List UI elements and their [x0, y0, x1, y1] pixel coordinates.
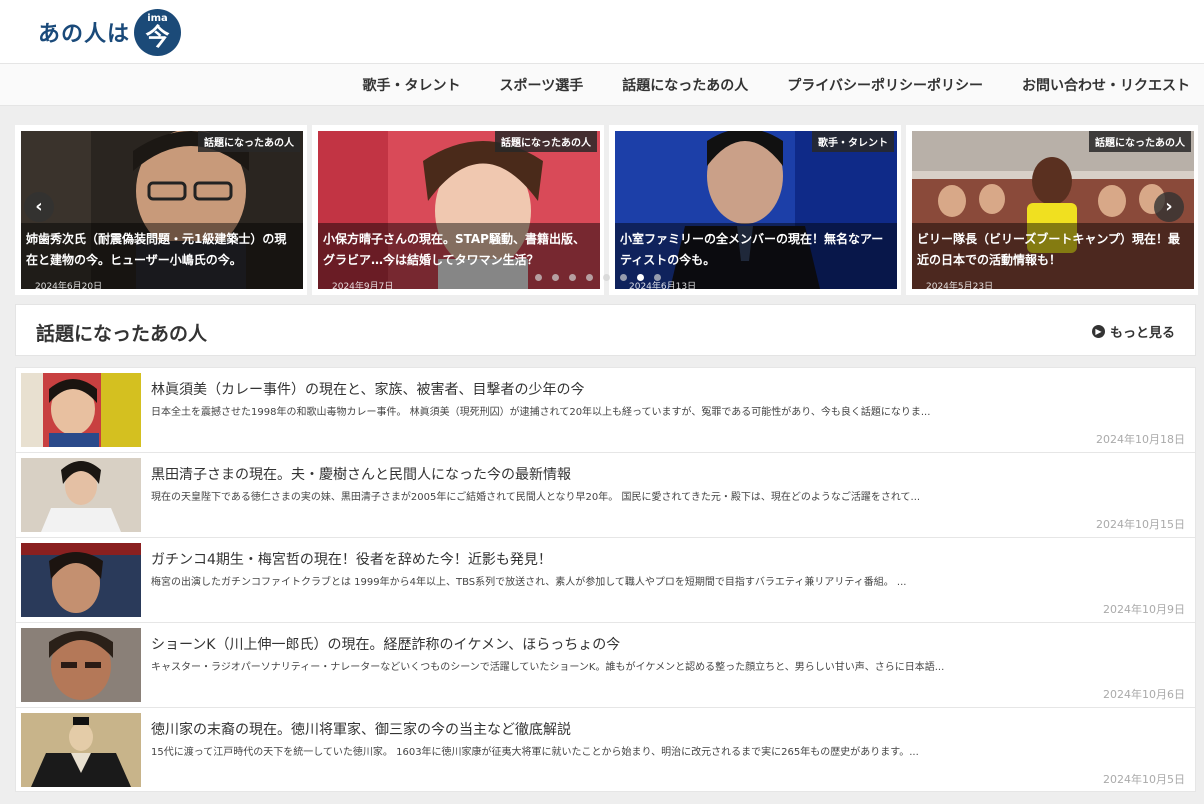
article-title[interactable]: 黒田清子さまの現在。夫・慶樹さんと民間人になった今の最新情報	[151, 464, 571, 484]
main-nav: 歌手・タレント スポーツ選手 話題になったあの人 プライバシーポリシーポリシー …	[0, 63, 1204, 106]
logo-badge: ima 今	[134, 8, 182, 56]
article-thumbnail[interactable]	[21, 543, 141, 617]
article-date: 2024年10月6日	[1103, 688, 1185, 701]
featured-carousel: 話題になったあの人 姉歯秀次氏（耐震偽装問題・元1級建築士）の現在と建物の今。ヒ…	[15, 125, 1198, 295]
list-item[interactable]: 黒田清子さまの現在。夫・慶樹さんと民間人になった今の最新情報 現在の天皇陛下であ…	[15, 452, 1196, 537]
article-title[interactable]: ショーンK（川上伸一郎氏）の現在。経歴詐称のイケメン、ほらっちょの今	[151, 634, 620, 654]
article-title[interactable]: ガチンコ4期生・梅宮哲の現在！役者を辞めた今！近影も発見！	[151, 549, 552, 569]
article-excerpt: 日本全土を震撼させた1998年の和歌山毒物カレー事件。 林眞須美（現死刑囚）が逮…	[151, 407, 931, 418]
list-item[interactable]: ガチンコ4期生・梅宮哲の現在！役者を辞めた今！近影も発見！ 梅宮の出演したガチン…	[15, 537, 1196, 622]
carousel-dot[interactable]	[535, 274, 542, 281]
carousel-dot[interactable]	[620, 274, 627, 281]
section-header: 話題になったあの人 ▶ もっと見る	[15, 304, 1196, 356]
chevron-circle-right-icon: ▶	[1091, 325, 1105, 338]
slide-title[interactable]: 小室ファミリーの全メンバーの現在！無名なアーティストの今も。	[620, 229, 892, 271]
slide-caption: ビリー隊長（ビリーズブートキャンプ）現在！最近の日本での活動情報も！ 2024年…	[912, 223, 1194, 289]
carousel-slide[interactable]: 話題になったあの人 姉歯秀次氏（耐震偽装問題・元1級建築士）の現在と建物の今。ヒ…	[15, 125, 307, 295]
carousel-slide[interactable]: 話題になったあの人 小保方晴子さんの現在。STAP騒動、書籍出版、グラビア…今は…	[312, 125, 604, 295]
slide-image: 話題になったあの人 姉歯秀次氏（耐震偽装問題・元1級建築士）の現在と建物の今。ヒ…	[21, 131, 303, 289]
carousel-dots	[535, 274, 671, 281]
carousel-next-button[interactable]: ›	[1154, 192, 1184, 222]
nav-item-athletes[interactable]: スポーツ選手	[500, 75, 584, 95]
more-link-label: もっと見る	[1109, 326, 1175, 341]
article-thumbnail[interactable]	[21, 458, 141, 532]
slide-category-tag[interactable]: 話題になったあの人	[495, 131, 597, 152]
carousel-dot[interactable]	[586, 274, 593, 281]
slide-date: 2024年6月20日	[35, 282, 103, 289]
chevron-left-icon: ‹	[35, 196, 43, 217]
article-excerpt: 現在の天皇陛下である徳仁さまの実の妹、黒田清子さまが2005年にご結婚されて民間…	[151, 492, 921, 503]
article-date: 2024年10月18日	[1096, 433, 1185, 446]
article-list: 林眞須美（カレー事件）の現在と、家族、被害者、目撃者の少年の今 日本全土を震撼さ…	[15, 367, 1196, 792]
slide-title[interactable]: 小保方晴子さんの現在。STAP騒動、書籍出版、グラビア…今は結婚してタワマン生活…	[323, 229, 595, 271]
slide-category-tag[interactable]: 話題になったあの人	[198, 131, 300, 152]
slide-category-tag[interactable]: 歌手・タレント	[812, 131, 894, 152]
carousel-dot[interactable]	[552, 274, 559, 281]
slide-category-tag[interactable]: 話題になったあの人	[1089, 131, 1191, 152]
slide-image: 話題になったあの人 ビリー隊長（ビリーズブートキャンプ）現在！最近の日本での活動…	[912, 131, 1194, 289]
list-item[interactable]: ショーンK（川上伸一郎氏）の現在。経歴詐称のイケメン、ほらっちょの今 キャスター…	[15, 622, 1196, 707]
article-title[interactable]: 林眞須美（カレー事件）の現在と、家族、被害者、目撃者の少年の今	[151, 379, 584, 399]
carousel-dot-active[interactable]	[637, 274, 644, 281]
more-link[interactable]: ▶ もっと見る	[1091, 322, 1175, 341]
list-item[interactable]: 林眞須美（カレー事件）の現在と、家族、被害者、目撃者の少年の今 日本全土を震撼さ…	[15, 367, 1196, 452]
chevron-right-icon: ›	[1165, 196, 1173, 217]
article-date: 2024年10月9日	[1103, 603, 1185, 616]
article-thumbnail[interactable]	[21, 713, 141, 787]
carousel-slide[interactable]: 歌手・タレント 小室ファミリーの全メンバーの現在！無名なアーティストの今も。 2…	[609, 125, 901, 295]
article-thumbnail[interactable]	[21, 373, 141, 447]
carousel-prev-button[interactable]: ‹	[24, 192, 54, 222]
carousel-dot[interactable]	[569, 274, 576, 281]
carousel-dot[interactable]	[603, 274, 610, 281]
section-title: 話題になったあの人	[36, 323, 208, 345]
slide-image: 歌手・タレント 小室ファミリーの全メンバーの現在！無名なアーティストの今も。 2…	[615, 131, 897, 289]
logo-badge-kanji: 今	[145, 22, 170, 51]
article-title[interactable]: 徳川家の末裔の現在。徳川将軍家、御三家の今の当主など徹底解説	[151, 719, 571, 739]
article-date: 2024年10月5日	[1103, 773, 1185, 786]
nav-item-contact-request[interactable]: お問い合わせ・リクエスト	[1022, 75, 1190, 95]
slide-caption: 姉歯秀次氏（耐震偽装問題・元1級建築士）の現在と建物の今。ヒューザー小嶋氏の今。…	[21, 223, 303, 289]
slide-date: 2024年9月7日	[332, 282, 394, 289]
article-excerpt: キャスター・ラジオパーソナリティー・ナレーターなどいくつものシーンで活躍していた…	[151, 662, 945, 673]
nav-item-trending-people[interactable]: 話題になったあの人	[622, 75, 748, 95]
article-thumbnail[interactable]	[21, 628, 141, 702]
slide-date: 2024年5月23日	[926, 282, 994, 289]
slide-title[interactable]: 姉歯秀次氏（耐震偽装問題・元1級建築士）の現在と建物の今。ヒューザー小嶋氏の今。	[26, 229, 298, 271]
article-excerpt: 15代に渡って江戸時代の天下を統一していた徳川家。 1603年に徳川家康が征夷大…	[151, 747, 919, 758]
nav-item-singers-talent[interactable]: 歌手・タレント	[363, 75, 461, 95]
site-header: あの人は ima 今	[0, 0, 1204, 63]
article-excerpt: 梅宮の出演したガチンコファイトクラブとは 1999年から4年以上、TBS系列で放…	[151, 577, 907, 588]
list-item[interactable]: 徳川家の末裔の現在。徳川将軍家、御三家の今の当主など徹底解説 15代に渡って江戸…	[15, 707, 1196, 792]
logo-text: あの人は	[38, 22, 131, 47]
nav-item-privacy-policy[interactable]: プライバシーポリシーポリシー	[787, 75, 983, 95]
site-logo[interactable]: あの人は ima 今	[38, 8, 182, 56]
carousel-dot[interactable]	[654, 274, 661, 281]
article-date: 2024年10月15日	[1096, 518, 1185, 531]
slide-title[interactable]: ビリー隊長（ビリーズブートキャンプ）現在！最近の日本での活動情報も！	[917, 229, 1189, 271]
slide-image: 話題になったあの人 小保方晴子さんの現在。STAP騒動、書籍出版、グラビア…今は…	[318, 131, 600, 289]
